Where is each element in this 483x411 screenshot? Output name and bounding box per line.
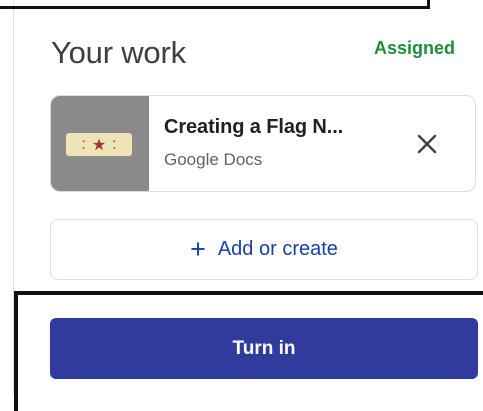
attachment-card[interactable]: : ★: Creating a Flag N... Google Docs — [50, 95, 476, 192]
highlight-box-top — [0, 0, 430, 9]
assignment-status: Assigned — [374, 38, 456, 58]
plus-icon: + — [190, 234, 206, 264]
flag-thumbnail-icon: : ★: — [66, 133, 132, 156]
attachment-thumbnail[interactable]: : ★: — [51, 96, 149, 191]
turn-in-label: Turn in — [232, 337, 296, 359]
attachment-type: Google Docs — [164, 150, 263, 169]
close-icon — [417, 134, 437, 154]
turn-in-button[interactable]: Turn in — [50, 318, 478, 379]
remove-attachment-button[interactable] — [407, 124, 447, 164]
your-work-title: Your work — [51, 35, 186, 70]
attachment-name[interactable]: Creating a Flag N... — [164, 116, 343, 139]
add-or-create-label: Add or create — [217, 238, 338, 260]
add-or-create-button[interactable]: + Add or create — [50, 219, 478, 280]
